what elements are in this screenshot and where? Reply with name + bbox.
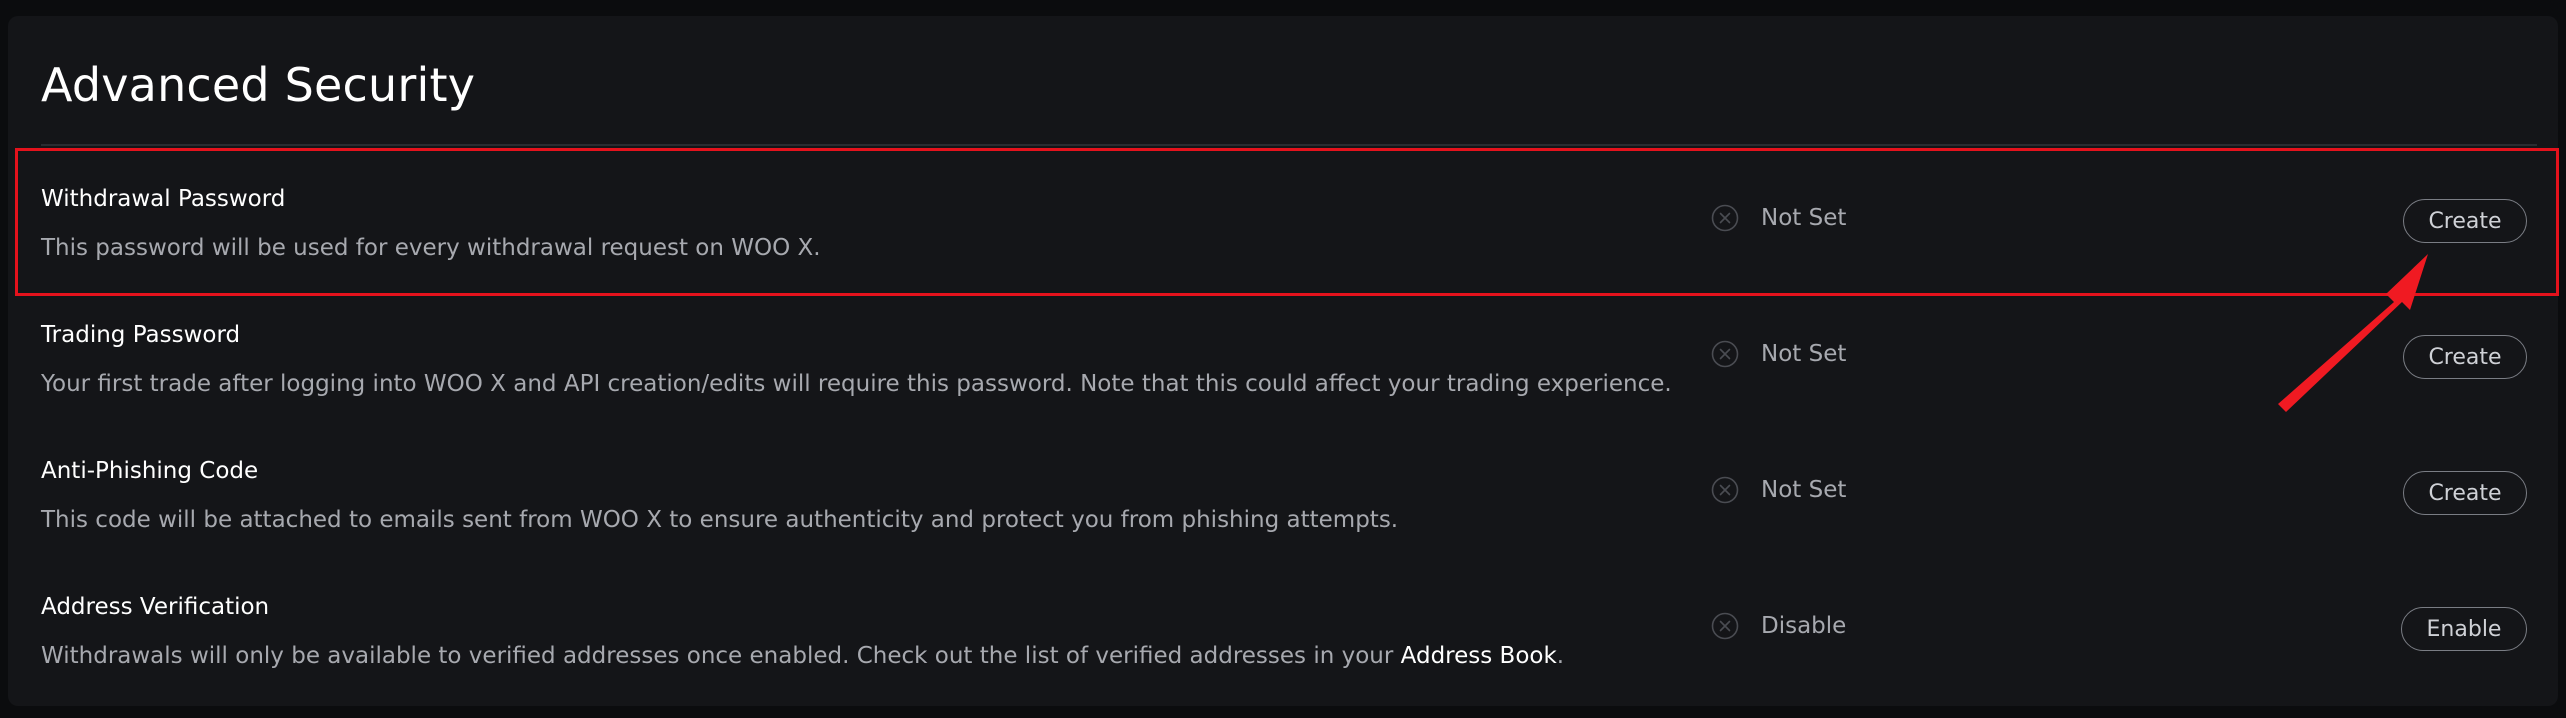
- address-verification-row: Address Verification Withdrawals will on…: [8, 560, 2558, 696]
- title-divider: [41, 144, 2537, 146]
- withdrawal-password-description: This password will be used for every wit…: [41, 235, 821, 261]
- close-circle-icon: [1711, 476, 1739, 504]
- anti-phishing-code-description: This code will be attached to emails sen…: [41, 507, 1399, 533]
- status-label: Disable: [1761, 613, 1847, 639]
- trading-password-title: Trading Password: [41, 322, 241, 348]
- create-trading-password-button[interactable]: Create: [2403, 335, 2527, 379]
- anti-phishing-code-status: Not Set: [1711, 474, 1846, 506]
- address-verification-title: Address Verification: [41, 594, 270, 620]
- close-circle-icon: [1711, 340, 1739, 368]
- section-title: Advanced Security: [41, 58, 476, 112]
- status-label: Not Set: [1761, 477, 1847, 503]
- withdrawal-password-row: Withdrawal Password This password will b…: [8, 152, 2558, 288]
- anti-phishing-code-title: Anti-Phishing Code: [41, 458, 259, 484]
- address-verification-description: Withdrawals will only be available to ve…: [41, 643, 1564, 669]
- create-anti-phishing-code-button[interactable]: Create: [2403, 471, 2527, 515]
- advanced-security-panel: Advanced Security Withdrawal Password Th…: [8, 16, 2558, 706]
- address-verification-description-text: Withdrawals will only be available to ve…: [41, 643, 1401, 669]
- withdrawal-password-title: Withdrawal Password: [41, 186, 286, 212]
- trading-password-status: Not Set: [1711, 338, 1846, 370]
- status-label: Not Set: [1761, 205, 1847, 231]
- enable-address-verification-button[interactable]: Enable: [2401, 607, 2527, 651]
- trading-password-description: Your first trade after logging into WOO …: [41, 371, 1672, 397]
- close-circle-icon: [1711, 204, 1739, 232]
- close-circle-icon: [1711, 612, 1739, 640]
- status-label: Not Set: [1761, 341, 1847, 367]
- address-verification-status: Disable: [1711, 610, 1846, 642]
- description-period: .: [1556, 643, 1565, 669]
- withdrawal-password-status: Not Set: [1711, 202, 1846, 234]
- address-book-link[interactable]: Address Book: [1401, 643, 1557, 669]
- trading-password-row: Trading Password Your first trade after …: [8, 288, 2558, 424]
- anti-phishing-code-row: Anti-Phishing Code This code will be att…: [8, 424, 2558, 560]
- create-withdrawal-password-button[interactable]: Create: [2403, 199, 2527, 243]
